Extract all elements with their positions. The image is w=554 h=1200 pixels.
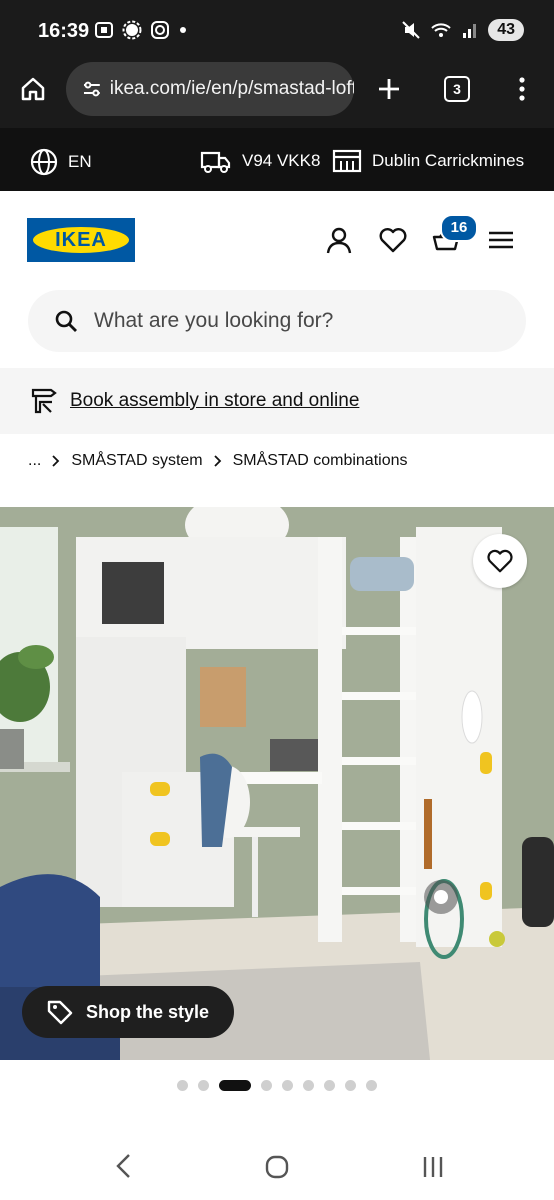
- carousel-dot[interactable]: [198, 1080, 209, 1091]
- more-menu-icon[interactable]: [510, 76, 534, 102]
- breadcrumb-item-combinations[interactable]: SMÅSTAD combinations: [233, 452, 408, 470]
- carousel-dot[interactable]: [366, 1080, 377, 1091]
- status-icons-right: 43: [402, 19, 524, 41]
- home-button-icon[interactable]: [264, 1154, 290, 1180]
- carousel-dot[interactable]: [345, 1080, 356, 1091]
- store-label: Dublin Carrickmines: [372, 151, 525, 170]
- notification-dot-icon: [180, 27, 186, 33]
- carousel-dot[interactable]: [261, 1080, 272, 1091]
- back-icon[interactable]: [112, 1152, 134, 1180]
- browser-toolbar: ikea.com/ie/en/p/smastad-loft 3: [0, 62, 554, 128]
- logo-text: IKEA: [33, 227, 129, 253]
- status-bar: 16:39 43: [0, 0, 554, 62]
- screenshot-icon: [95, 22, 113, 38]
- carousel-dot-active[interactable]: [219, 1080, 251, 1091]
- breadcrumb: ... SMÅSTAD system SMÅSTAD combinations: [28, 452, 408, 470]
- battery-indicator: 43: [488, 19, 524, 41]
- globe-icon: [30, 148, 58, 176]
- new-tab-icon[interactable]: [376, 76, 402, 102]
- assembly-link[interactable]: Book assembly in store and online: [70, 390, 359, 412]
- site-settings-icon[interactable]: [82, 79, 102, 99]
- shop-the-style-label: Shop the style: [86, 1001, 210, 1022]
- chevron-right-icon: [213, 455, 221, 467]
- search-icon: [55, 310, 77, 332]
- hotspot-dot: [434, 890, 448, 904]
- tag-icon: [47, 1000, 73, 1025]
- carousel-pagination: [0, 1080, 554, 1091]
- instagram-icon: [151, 21, 169, 39]
- shop-the-style-button[interactable]: Shop the style: [22, 986, 234, 1038]
- assembly-tool-icon: [31, 388, 57, 414]
- truck-icon: [200, 151, 231, 173]
- store-selector[interactable]: Dublin Carrickmines: [332, 148, 524, 174]
- language-selector[interactable]: EN: [30, 148, 92, 176]
- wifi-icon: [431, 23, 451, 37]
- product-hotspot[interactable]: [424, 880, 458, 914]
- search-bar[interactable]: [28, 290, 526, 352]
- carousel-dot[interactable]: [303, 1080, 314, 1091]
- search-input[interactable]: [92, 308, 496, 334]
- breadcrumb-item-system[interactable]: SMÅSTAD system: [71, 452, 202, 470]
- status-icons-left: [94, 20, 188, 40]
- favourites-heart-icon[interactable]: [378, 225, 408, 255]
- product-image[interactable]: [0, 507, 554, 1060]
- signal-icon: [463, 24, 477, 38]
- breadcrumb-ellipsis[interactable]: ...: [28, 452, 41, 470]
- menu-hamburger-icon[interactable]: [486, 225, 516, 255]
- postcode-label: V94 VKK8: [242, 151, 321, 170]
- home-icon[interactable]: [20, 76, 46, 102]
- tab-switcher-button[interactable]: 3: [444, 76, 470, 102]
- site-header: IKEA: [0, 191, 554, 291]
- carousel-dot[interactable]: [177, 1080, 188, 1091]
- recent-apps-icon[interactable]: [420, 1154, 446, 1180]
- loft-bed-scene-image: [0, 507, 554, 1060]
- url-text: ikea.com/ie/en/p/smastad-loft: [109, 78, 354, 99]
- store-icon: [332, 149, 362, 173]
- address-bar[interactable]: ikea.com/ie/en/p/smastad-loft: [66, 62, 354, 116]
- heart-icon: [487, 549, 513, 573]
- chevron-right-icon: [52, 455, 60, 467]
- profile-icon[interactable]: [324, 225, 354, 255]
- delivery-postcode[interactable]: V94 VKK8: [200, 148, 320, 174]
- system-navigation-bar: [0, 1128, 554, 1200]
- settings-gear-icon: [122, 20, 142, 40]
- mute-icon: [402, 21, 420, 39]
- assembly-banner[interactable]: Book assembly in store and online: [0, 368, 554, 434]
- utility-bar: EN V94 VKK8 Dublin Carrickmines: [0, 128, 554, 191]
- carousel-dot[interactable]: [282, 1080, 293, 1091]
- language-label: EN: [68, 152, 92, 171]
- carousel-dot[interactable]: [324, 1080, 335, 1091]
- ikea-logo[interactable]: IKEA: [27, 218, 135, 262]
- save-to-favourites-button[interactable]: [473, 534, 527, 588]
- cart-count-badge: 16: [440, 214, 478, 242]
- status-time: 16:39: [38, 20, 90, 42]
